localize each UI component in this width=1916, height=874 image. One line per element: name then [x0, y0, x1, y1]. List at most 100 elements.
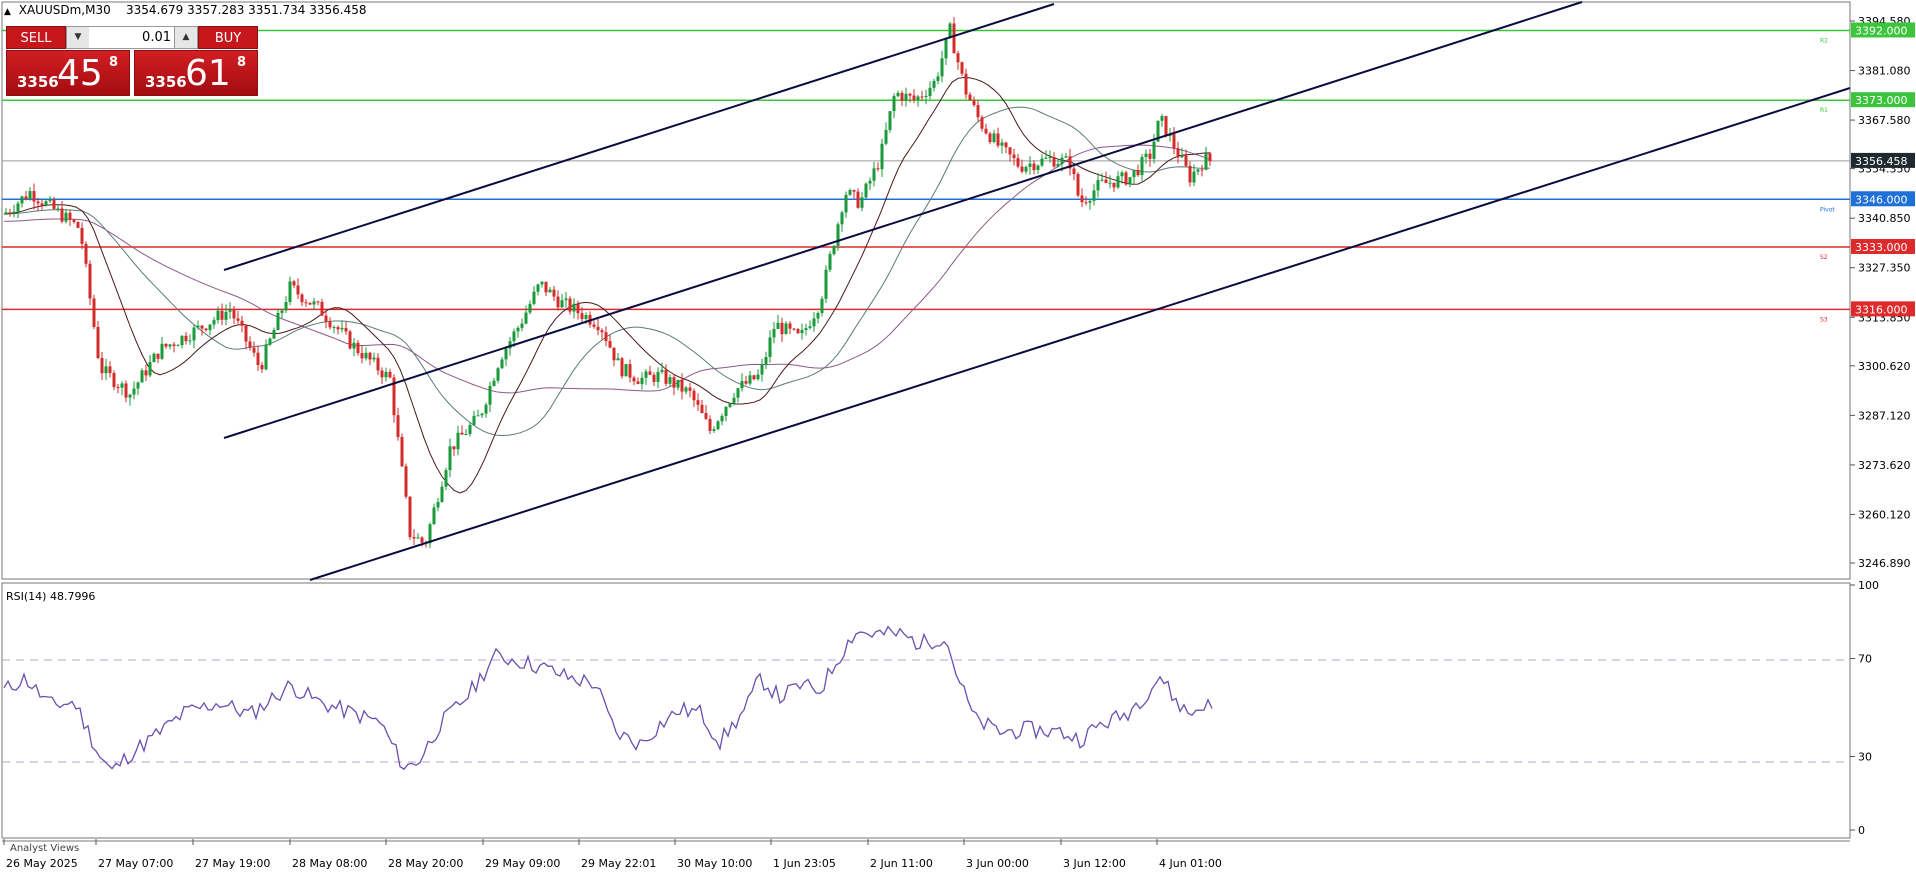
candle: [928, 87, 932, 96]
moving-average-slow: [3, 144, 1211, 394]
candle: [700, 404, 704, 414]
level-tag-r2: R2: [1820, 37, 1828, 44]
candle: [32, 191, 36, 202]
time-axis: 26 May 2025 27 May 07:00 27 May 19:00 28 Ma…: [3, 839, 1222, 870]
analyst-views-label[interactable]: Analyst Views: [10, 843, 79, 854]
candle: [1208, 153, 1212, 162]
candle: [676, 379, 680, 388]
candle: [1124, 172, 1128, 185]
candle: [1084, 202, 1088, 204]
candle: [960, 62, 964, 74]
candle: [752, 375, 756, 380]
level-price-label: 3392.000: [1855, 24, 1908, 37]
candle: [4, 212, 8, 214]
candle: [296, 285, 300, 295]
channel-lower-line[interactable]: [309, 87, 1851, 581]
candle: [640, 377, 644, 384]
collapse-triangle-icon[interactable]: ▲: [4, 7, 11, 17]
sell-price-button[interactable]: 3356 45 8: [6, 50, 130, 96]
time-tick-label: 2 Jun 11:00: [870, 857, 933, 870]
candle: [64, 212, 68, 222]
sell-button[interactable]: SELL: [6, 26, 66, 49]
time-tick-label: 29 May 22:01: [581, 857, 656, 870]
channel-upper-line[interactable]: [223, 3, 1055, 271]
candle: [1064, 156, 1068, 158]
candle: [580, 313, 584, 319]
candle: [972, 100, 976, 106]
level-price-label: 3316.000: [1855, 303, 1908, 316]
candle: [788, 323, 792, 329]
candle: [356, 342, 360, 354]
candle: [312, 301, 316, 305]
candle: [172, 344, 176, 346]
candle: [1136, 169, 1140, 176]
candle: [688, 387, 692, 391]
candle: [944, 37, 948, 59]
buy-price-button[interactable]: 3356 61 8: [134, 50, 258, 96]
candle: [712, 429, 716, 431]
candle: [84, 243, 88, 264]
candle: [908, 93, 912, 96]
rsi-tick-label: 70: [1858, 653, 1872, 666]
candle: [288, 281, 292, 303]
time-tick-label: 29 May 09:00: [485, 857, 560, 870]
price-chart[interactable]: 3394.5803381.0803367.5803354.3503340.850…: [0, 0, 1916, 874]
candle: [1176, 148, 1180, 158]
candle: [300, 294, 304, 303]
lot-increase-icon[interactable]: ▲: [174, 27, 197, 48]
candle: [904, 93, 908, 101]
candle: [240, 320, 244, 326]
candle: [448, 446, 452, 471]
candle: [1144, 153, 1148, 158]
candle: [704, 413, 708, 419]
candle: [728, 402, 732, 407]
candle: [252, 347, 256, 353]
candle: [60, 208, 64, 222]
candle: [1004, 142, 1008, 148]
moving-average-medium: [3, 106, 1211, 437]
candle: [456, 432, 460, 450]
candle: [236, 318, 240, 321]
candle: [420, 537, 424, 543]
candle: [976, 105, 980, 118]
candle: [1204, 153, 1208, 170]
candle: [776, 322, 780, 329]
candle: [1024, 166, 1028, 172]
candle: [452, 446, 456, 450]
candle: [416, 537, 420, 539]
candle: [540, 281, 544, 285]
candle: [668, 377, 672, 384]
lot-size-input[interactable]: 0.01: [89, 27, 175, 48]
candle: [108, 366, 112, 374]
candle: [316, 301, 320, 303]
candle: [768, 337, 772, 358]
candle: [852, 190, 856, 192]
candle: [376, 357, 380, 371]
candle: [56, 208, 60, 210]
lot-size-stepper[interactable]: ▼ 0.01 ▲: [66, 26, 198, 49]
time-tick-label: 27 May 07:00: [98, 857, 173, 870]
buy-button[interactable]: BUY: [198, 26, 258, 49]
candle: [836, 224, 840, 246]
candle: [1132, 169, 1136, 178]
candle: [868, 180, 872, 184]
current-price-label: 3356.458: [1855, 155, 1908, 168]
candle: [1104, 179, 1108, 183]
channel-middle-line[interactable]: [223, 1, 1583, 439]
candle: [1200, 169, 1204, 171]
candle: [884, 129, 888, 144]
candle: [708, 418, 712, 431]
candle: [1160, 116, 1164, 121]
candle: [1180, 155, 1184, 158]
candle: [544, 281, 548, 293]
candle: [324, 315, 328, 322]
candle: [1032, 163, 1036, 171]
candle: [956, 53, 960, 63]
candle: [384, 371, 388, 378]
candle: [352, 342, 356, 349]
candle: [532, 291, 536, 304]
candle: [1020, 166, 1024, 172]
lot-decrease-icon[interactable]: ▼: [67, 27, 90, 48]
price-tick-label: 3327.350: [1858, 262, 1911, 275]
candle: [648, 371, 652, 375]
